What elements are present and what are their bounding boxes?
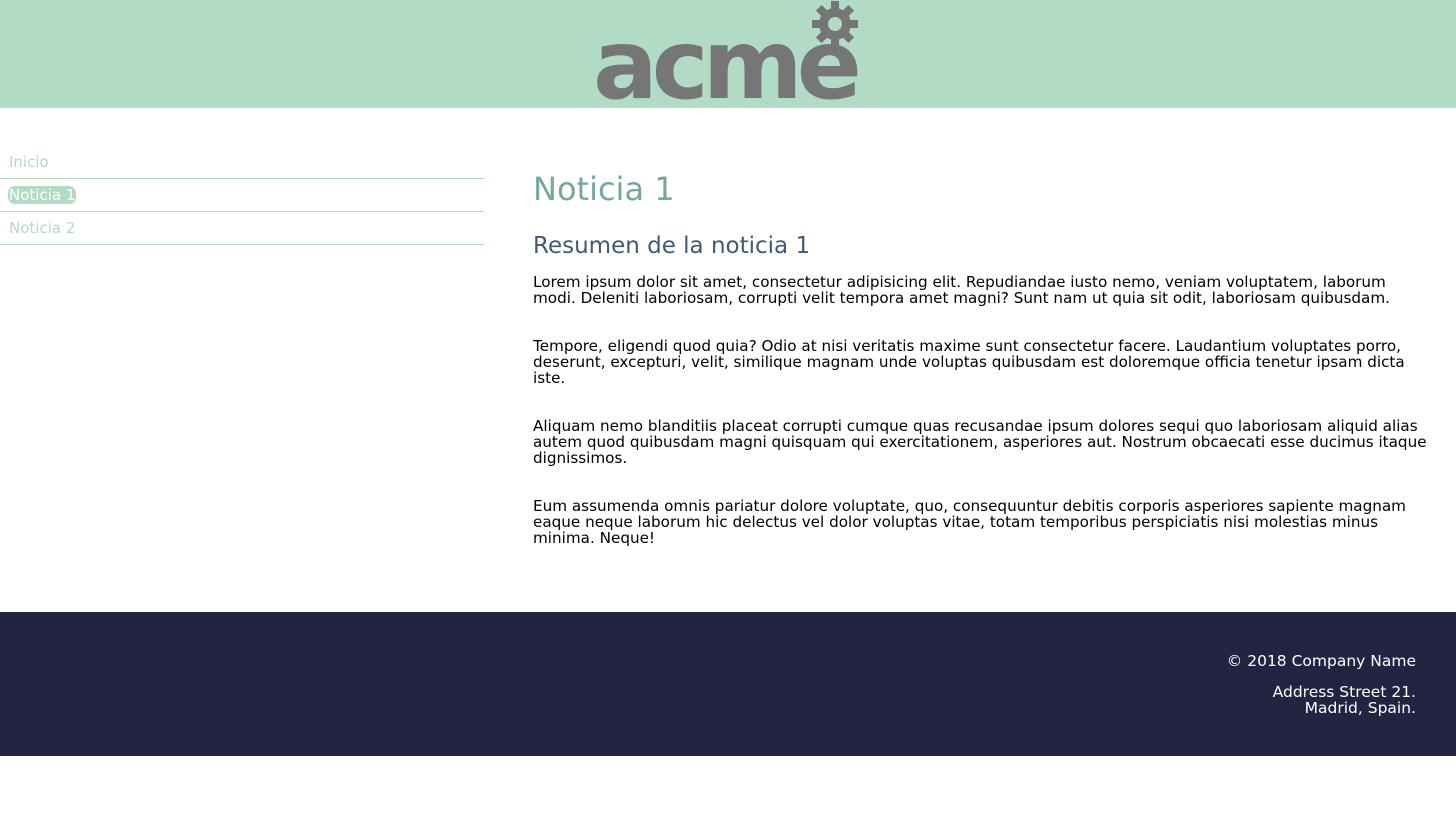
article-paragraph: Eum assumenda omnis pariatur dolore volu… [533,497,1406,547]
nav-link-inicio[interactable]: Inicio [8,153,50,171]
article-paragraph: Lorem ipsum dolor sit amet, consectetur … [533,273,1390,307]
nav-item-noticia-1: Noticia 1 [0,179,485,212]
acme-logo[interactable]: acme [593,0,863,104]
article-paragraph: Aliquam nemo blanditiis placeat corrupti… [533,417,1427,467]
address: Address Street 21. Madrid, Spain. [1227,684,1416,716]
nav-link-noticia-1[interactable]: Noticia 1 [8,186,77,204]
nav-item-noticia-2: Noticia 2 [0,212,485,245]
gear-icon: acme [593,1,863,104]
nav-link-noticia-2[interactable]: Noticia 2 [8,219,76,237]
site-footer: © 2018 Company Name Address Street 21. M… [0,612,1456,756]
article: Noticia 1 Resumen de la noticia 1 Lorem … [533,168,1433,546]
footer-info: © 2018 Company Name Address Street 21. M… [1227,652,1416,716]
site-header: acme [0,0,1456,108]
address-line-1: Address Street 21. [1272,683,1416,701]
article-subtitle: Resumen de la noticia 1 [533,233,811,259]
nav-item-inicio: Inicio [0,146,485,179]
page-layout: Inicio Noticia 1 Noticia 2 Noticia 1 Res… [0,108,1456,612]
article-paragraph: Tempore, eligendi quod quia? Odio at nis… [533,337,1405,387]
copyright-text: © 2018 Company Name [1226,652,1416,670]
address-line-2: Madrid, Spain. [1304,699,1416,717]
article-title: Noticia 1 [533,170,675,208]
logo-text: acme [593,9,858,104]
sidebar-nav: Inicio Noticia 1 Noticia 2 [0,108,485,612]
